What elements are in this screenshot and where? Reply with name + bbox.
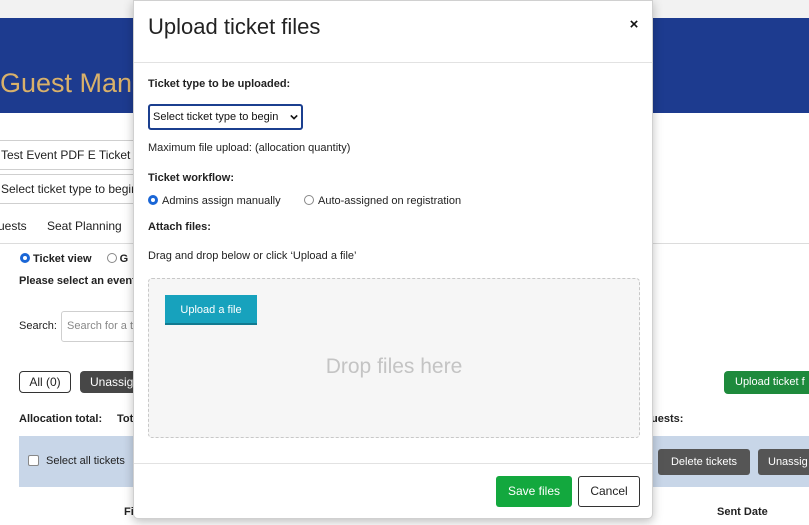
ticket-type-value: Select ticket type to begin (153, 111, 279, 123)
ticket-type-label: Ticket type to be uploaded: (148, 78, 291, 90)
workflow-option-manual[interactable]: Admins assign manually (148, 195, 281, 207)
workflow-option-manual-label: Admins assign manually (162, 195, 281, 207)
close-icon[interactable]: × (623, 14, 645, 36)
ticket-type-dropdown[interactable]: Select ticket type to begin (148, 104, 303, 130)
modal-title: Upload ticket files (148, 14, 321, 39)
save-files-button[interactable]: Save files (496, 476, 572, 507)
workflow-option-auto-label: Auto-assigned on registration (318, 195, 462, 207)
chevron-down-icon (290, 114, 298, 120)
radio-auto-assigned[interactable] (304, 195, 314, 205)
upload-a-file-button[interactable]: Upload a file (165, 295, 257, 325)
cancel-button[interactable]: Cancel (578, 476, 640, 507)
workflow-label: Ticket workflow: (148, 172, 234, 184)
max-upload-text: Maximum file upload: (allocation quantit… (148, 142, 351, 154)
drop-files-placeholder: Drop files here (325, 355, 463, 378)
upload-ticket-files-modal: Upload ticket files × Ticket type to be … (133, 0, 653, 519)
modal-footer-divider (134, 463, 652, 464)
modal-header-divider (134, 62, 652, 63)
radio-admins-assign[interactable] (148, 195, 158, 205)
workflow-option-auto[interactable]: Auto-assigned on registration (304, 195, 461, 207)
file-dropzone[interactable]: Upload a file Drop files here (148, 278, 640, 438)
attach-files-label: Attach files: (148, 221, 211, 233)
drag-drop-instructions: Drag and drop below or click ‘Upload a f… (148, 250, 357, 262)
